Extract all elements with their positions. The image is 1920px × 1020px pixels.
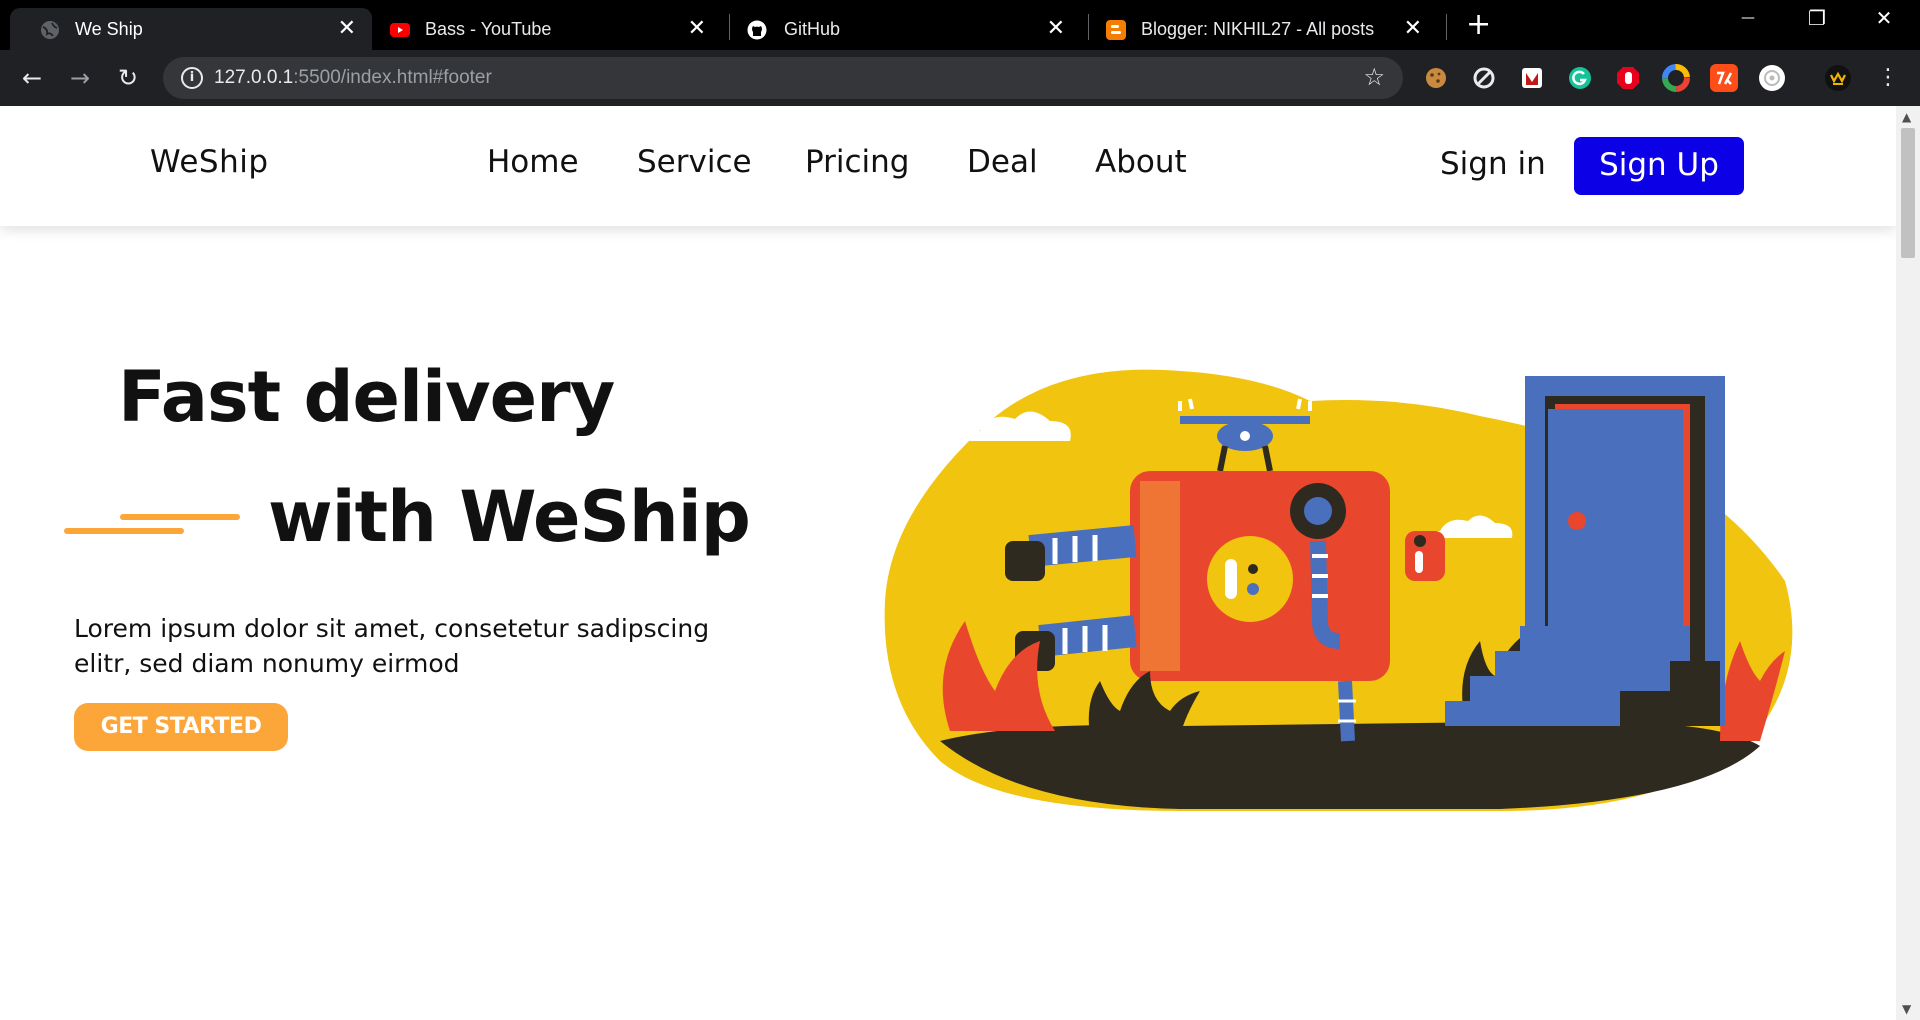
bookmark-star-icon[interactable]: ☆ <box>1363 63 1385 91</box>
tab-youtube[interactable]: Bass - YouTube ✕ <box>360 8 722 50</box>
hero-description: Lorem ipsum dolor sit amet, consetetur s… <box>74 614 710 678</box>
nav-service-link[interactable]: Service <box>637 144 752 180</box>
url-host: 127.0.0.1 <box>214 67 294 88</box>
new-tab-button[interactable]: + <box>1466 10 1491 40</box>
nav-pricing-link[interactable]: Pricing <box>805 144 910 180</box>
github-icon <box>747 20 767 40</box>
scroll-down-arrow-icon[interactable]: ▼ <box>1902 1002 1911 1016</box>
back-button[interactable]: ← <box>16 62 48 94</box>
tab-blogger[interactable]: Blogger: NIKHIL27 - All posts ✕ <box>1076 8 1438 50</box>
tab-divider <box>1446 14 1447 40</box>
delivery-robot-illustration <box>884 369 1793 811</box>
grammarly-extension-icon[interactable] <box>1566 64 1594 92</box>
browser-tab-strip: We Ship ✕ Bass - YouTube ✕ GitHub ✕ Blog… <box>0 0 1920 50</box>
browser-toolbar: ← → ↻ i 127.0.0.1:5500/index.html#footer… <box>0 50 1920 106</box>
sign-in-link[interactable]: Sign in <box>1440 146 1546 182</box>
reload-button[interactable]: ↻ <box>112 62 144 94</box>
blogger-icon <box>1106 20 1126 40</box>
tampermonkey-extension-icon[interactable] <box>1710 64 1738 92</box>
decorative-dash <box>120 514 240 520</box>
tab-github[interactable]: GitHub ✕ <box>719 8 1081 50</box>
tab-title: We Ship <box>75 19 143 39</box>
tab-title: GitHub <box>784 19 841 39</box>
nav-home-link[interactable]: Home <box>487 144 579 180</box>
browser-menu-icon[interactable]: ⋮ <box>1872 62 1904 94</box>
decorative-dash <box>64 528 184 534</box>
minimize-button[interactable]: — <box>1728 10 1768 26</box>
close-window-button[interactable]: ✕ <box>1864 6 1904 30</box>
close-tab-icon[interactable]: ✕ <box>1404 16 1422 40</box>
scrollbar-thumb[interactable] <box>1901 128 1915 258</box>
user-avatar-icon[interactable] <box>1824 64 1852 92</box>
site-logo[interactable]: WeShip <box>150 144 269 180</box>
address-bar[interactable]: i 127.0.0.1:5500/index.html#footer ☆ <box>163 57 1403 99</box>
sign-up-button[interactable]: Sign Up <box>1574 137 1744 195</box>
nav-deal-link[interactable]: Deal <box>967 144 1038 180</box>
hero-title-line-1: Fast delivery <box>118 356 615 438</box>
scroll-up-arrow-icon[interactable]: ▲ <box>1902 110 1911 124</box>
adblock-extension-icon[interactable] <box>1614 64 1642 92</box>
globe-icon <box>41 21 59 39</box>
youtube-icon <box>390 23 410 37</box>
close-tab-icon[interactable]: ✕ <box>688 16 706 40</box>
site-info-icon[interactable]: i <box>181 67 203 89</box>
get-started-button[interactable]: GET STARTED <box>74 703 288 751</box>
hero-title-line-2: with WeShip <box>268 476 751 558</box>
web-page: WeShip Home Service Pricing Deal About S… <box>0 106 1896 1020</box>
cookie-extension-icon[interactable] <box>1422 64 1450 92</box>
tab-title: Bass - YouTube <box>425 19 552 39</box>
url-text[interactable]: 127.0.0.1:5500/index.html#footer <box>214 67 492 89</box>
forward-button[interactable]: → <box>64 62 96 94</box>
close-tab-icon[interactable]: ✕ <box>338 16 356 40</box>
url-path: :5500/index.html#footer <box>293 67 492 88</box>
site-navbar: WeShip Home Service Pricing Deal About S… <box>0 106 1896 226</box>
tab-we-ship[interactable]: We Ship ✕ <box>10 8 372 50</box>
nav-about-link[interactable]: About <box>1095 144 1187 180</box>
close-tab-icon[interactable]: ✕ <box>1047 16 1065 40</box>
mcafee-extension-icon[interactable] <box>1518 64 1546 92</box>
tab-title: Blogger: NIKHIL27 - All posts <box>1141 19 1375 39</box>
color-picker-extension-icon[interactable] <box>1662 64 1690 92</box>
restore-button[interactable]: ❐ <box>1797 6 1837 30</box>
page-scrollbar[interactable]: ▲ ▼ <box>1896 106 1920 1020</box>
block-extension-icon[interactable] <box>1470 64 1498 92</box>
profile-extension-icon[interactable] <box>1758 64 1786 92</box>
